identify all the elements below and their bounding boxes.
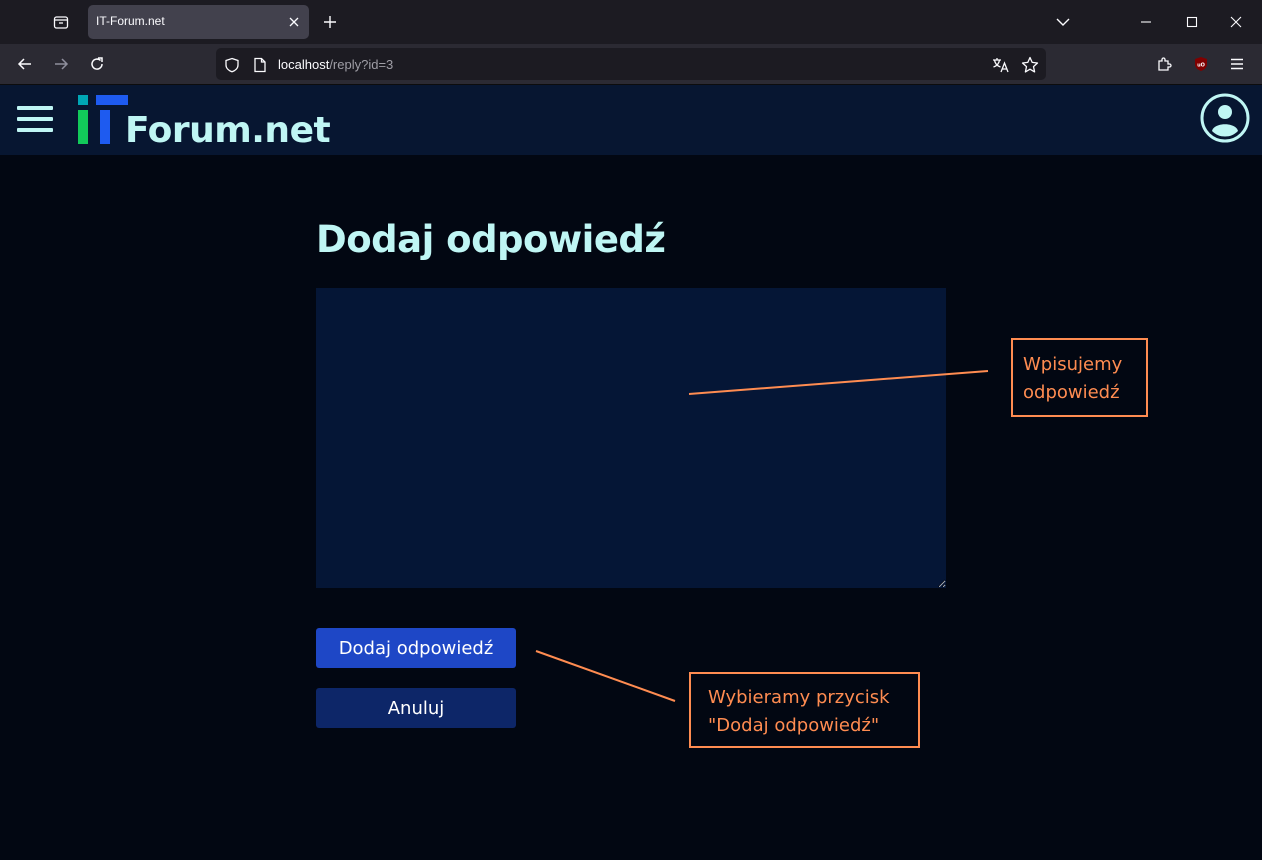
page-info-icon[interactable]	[250, 55, 270, 75]
annotation-line-button	[535, 650, 676, 702]
forward-arrow-icon[interactable]	[46, 49, 76, 79]
list-all-tabs-chevron-icon[interactable]	[1043, 6, 1083, 38]
hamburger-menu-icon[interactable]	[17, 106, 53, 132]
browser-tab-active[interactable]: IT-Forum.net	[88, 5, 309, 39]
translate-icon[interactable]	[991, 55, 1011, 75]
tab-list-icon[interactable]	[44, 6, 78, 38]
site-logo[interactable]: Forum.net	[78, 95, 331, 151]
ublock-origin-icon[interactable]: uO	[1186, 49, 1216, 79]
maximize-window-icon[interactable]	[1172, 6, 1212, 38]
annotation-text: Wpisujemy	[1023, 354, 1123, 375]
new-tab-icon[interactable]	[318, 10, 342, 34]
back-arrow-icon[interactable]	[10, 49, 40, 79]
browser-tab-bar: IT-Forum.net	[0, 0, 1262, 44]
url-text: localhost/reply?id=3	[278, 57, 394, 72]
page-title: Dodaj odpowiedź	[316, 218, 666, 261]
svg-text:uO: uO	[1197, 63, 1205, 69]
browser-nav-bar: localhost/reply?id=3 uO	[0, 44, 1262, 85]
shield-icon[interactable]	[222, 55, 242, 75]
annotation-text: "Dodaj odpowiedź"	[708, 715, 880, 736]
annotation-callout-button: Wybieramy przycisk "Dodaj odpowiedź"	[689, 672, 920, 748]
tab-title: IT-Forum.net	[96, 14, 165, 28]
bookmark-star-icon[interactable]	[1020, 55, 1040, 75]
annotation-text: Wybieramy przycisk	[708, 687, 890, 708]
annotation-text: odpowiedź	[1023, 382, 1120, 403]
cancel-button[interactable]: Anuluj	[316, 688, 516, 728]
close-window-icon[interactable]	[1216, 6, 1256, 38]
add-reply-button[interactable]: Dodaj odpowiedź	[316, 628, 516, 668]
url-bar[interactable]: localhost/reply?id=3	[216, 48, 1046, 80]
user-account-icon[interactable]	[1200, 93, 1250, 143]
extensions-puzzle-icon[interactable]	[1150, 49, 1180, 79]
annotation-callout-textarea: Wpisujemy odpowiedź	[1011, 338, 1148, 417]
reply-textarea[interactable]	[316, 288, 946, 588]
minimize-window-icon[interactable]	[1126, 6, 1166, 38]
close-tab-icon[interactable]	[285, 13, 303, 31]
reload-icon[interactable]	[82, 49, 112, 79]
site-header: Forum.net	[0, 85, 1262, 155]
app-menu-icon[interactable]	[1222, 49, 1252, 79]
logo-text: Forum.net	[125, 110, 331, 151]
